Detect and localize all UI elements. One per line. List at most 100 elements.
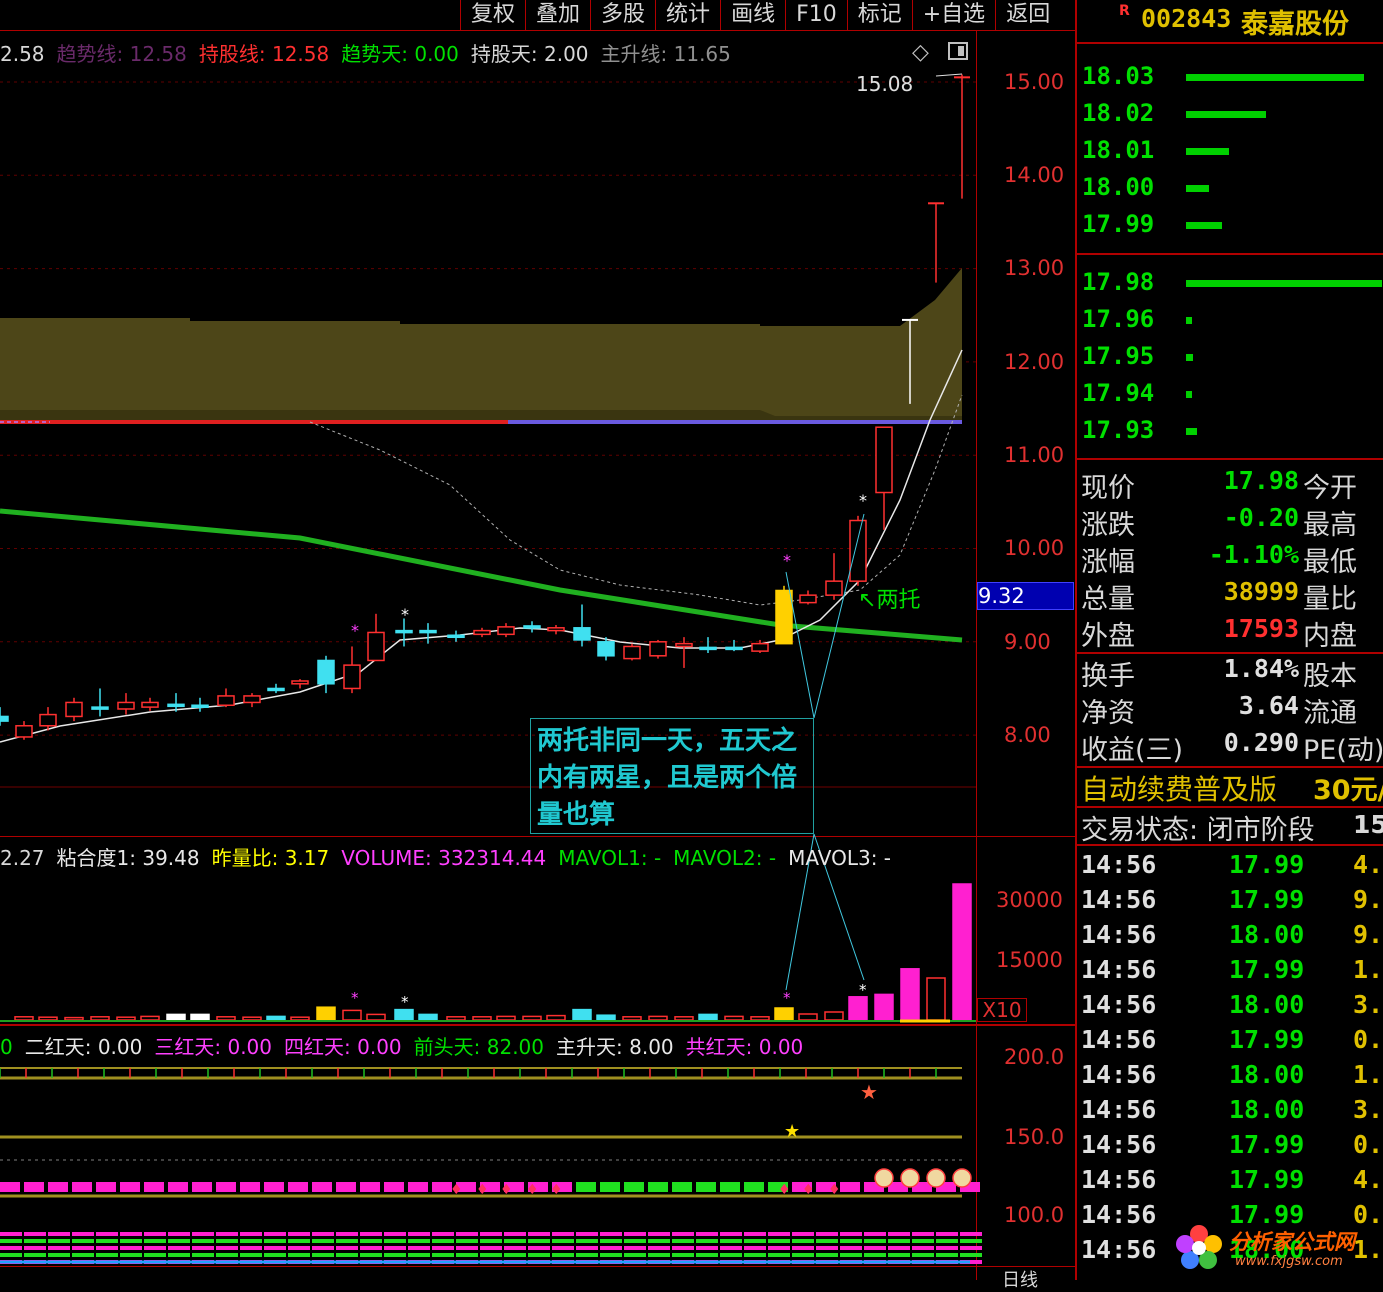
candle-body (699, 646, 717, 651)
order-book-row[interactable]: 17.93 (1082, 412, 1382, 448)
order-book-volume-bar (1186, 148, 1229, 155)
candle-body (473, 629, 491, 636)
tick-row[interactable]: 14:56 17.99 4. (1081, 848, 1383, 883)
volume-bar (622, 1016, 642, 1021)
signal-stripe (72, 1246, 94, 1250)
signal-stripe (912, 1253, 934, 1257)
order-book-row[interactable]: 18.01 (1082, 132, 1382, 168)
volume-bar (522, 1015, 542, 1021)
signal-stripe (120, 1246, 142, 1250)
signal-tick-label: 150.0 (1004, 1125, 1065, 1149)
signal-stripe (960, 1232, 982, 1236)
tick-row[interactable]: 14:56 18.00 3. (1081, 1093, 1383, 1128)
signal-block (0, 1182, 20, 1192)
daily-tab[interactable]: 日线 (1002, 1266, 1038, 1292)
volume-tick-label: 30000 (996, 888, 1063, 912)
signal-stripe (936, 1239, 958, 1243)
tick-row[interactable]: 14:56 17.99 4. (1081, 1163, 1383, 1198)
order-book-row[interactable]: 17.95 (1082, 338, 1382, 374)
quote-value: 17.98 (1223, 466, 1299, 495)
volume-bar (342, 1009, 362, 1021)
tick-volume: 1. (1353, 955, 1383, 984)
signal-stripe (960, 1246, 982, 1250)
order-book-row[interactable]: 17.94 (1082, 375, 1382, 411)
signal-stripe (792, 1253, 814, 1257)
volume-bar (674, 1016, 694, 1021)
signal-stripe (120, 1253, 142, 1257)
signal-indicator-3: 四红天: 0.00 (284, 1035, 402, 1059)
promo-text[interactable]: 自动续费普及版 (1081, 768, 1277, 808)
signal-stripe (840, 1232, 862, 1236)
signal-indicator-5: 主升天: 8.00 (556, 1035, 674, 1059)
tick-row[interactable]: 14:56 17.99 0. (1081, 1128, 1383, 1163)
price-chart[interactable]: * * * * * * * * ★ ★ ♦ ♦ ♦ ♦ ♦ ♦ ♦ ♦ (0, 0, 1075, 1280)
signal-stripe (288, 1239, 310, 1243)
volume-bar (848, 996, 868, 1021)
signal-block (840, 1182, 860, 1192)
watermark-url: www.fxjgsw.com (1235, 1254, 1343, 1269)
tick-price: 18.00 (1229, 990, 1305, 1019)
signal-block (168, 1182, 188, 1192)
order-book-row[interactable]: 17.96 (1082, 301, 1382, 337)
signal-stripe (312, 1239, 334, 1243)
signal-block (288, 1182, 308, 1192)
signal-stripe (456, 1232, 478, 1236)
order-book-row[interactable]: 18.03 (1082, 58, 1382, 94)
candlestick (825, 553, 843, 600)
signal-stripe (888, 1232, 910, 1236)
tick-volume: 9. (1353, 920, 1383, 949)
volume-bar (546, 1014, 566, 1021)
volume-star-marker: * (401, 993, 409, 1011)
tick-price: 17.99 (1229, 955, 1305, 984)
volume-bar (900, 968, 920, 1021)
signal-stripe (432, 1239, 454, 1243)
signal-stripe (480, 1246, 502, 1250)
candle-body (875, 426, 893, 494)
volume-bar (952, 883, 972, 1021)
price-tick-label: 8.00 (1004, 723, 1051, 747)
signal-stripe (960, 1239, 982, 1243)
tick-volume: 3. (1353, 990, 1383, 1019)
signal-stripe (360, 1239, 382, 1243)
candle-body (547, 627, 565, 632)
tick-row[interactable]: 14:56 18.00 3. (1081, 988, 1383, 1023)
candlestick (649, 639, 667, 659)
tick-row[interactable]: 14:56 18.00 9. (1081, 918, 1383, 953)
signal-stripe (0, 1253, 22, 1257)
signal-block (24, 1182, 44, 1192)
volume-bar (496, 1015, 516, 1021)
signal-stripe (648, 1246, 670, 1250)
signal-stripe (48, 1239, 70, 1243)
signal-stripe (144, 1246, 166, 1250)
signal-stripe (576, 1239, 598, 1243)
tick-row[interactable]: 14:56 18.00 1. (1081, 1058, 1383, 1093)
money-bag-icon (900, 1168, 920, 1188)
annotation-box[interactable]: 两托非同一天，五天之内有两星，且是两个倍量也算 (530, 718, 814, 834)
signal-stripe (744, 1232, 766, 1236)
star-marker: * (401, 605, 409, 624)
volume-bar (874, 993, 894, 1021)
tick-row[interactable]: 14:56 17.99 0. (1081, 1023, 1383, 1058)
candle-body (39, 713, 57, 727)
order-book-row[interactable]: 17.99 (1082, 206, 1382, 242)
book-quote-divider (1077, 458, 1383, 460)
star-marker: * (859, 491, 867, 510)
order-book-row[interactable]: 17.98 (1082, 264, 1382, 300)
two-support-callout: ↖两托 (858, 588, 921, 613)
tick-row[interactable]: 14:56 17.99 9. (1081, 883, 1383, 918)
signal-stripe (216, 1253, 238, 1257)
tick-row[interactable]: 14:56 17.99 1. (1081, 953, 1383, 988)
order-book-row[interactable]: 18.00 (1082, 169, 1382, 205)
candle-body (367, 631, 385, 662)
signal-stripe (768, 1246, 790, 1250)
candle-body (317, 659, 335, 685)
volume-bar (724, 1015, 744, 1021)
signal-stripe (720, 1246, 742, 1250)
signal-stripe (192, 1239, 214, 1243)
order-book-row[interactable]: 18.02 (1082, 95, 1382, 131)
price-tick-label: 12.00 (1004, 350, 1065, 374)
star-marker: * (351, 621, 359, 640)
money-bag-icon (952, 1168, 972, 1188)
signal-stripe (456, 1253, 478, 1257)
signal-stripe (672, 1246, 694, 1250)
